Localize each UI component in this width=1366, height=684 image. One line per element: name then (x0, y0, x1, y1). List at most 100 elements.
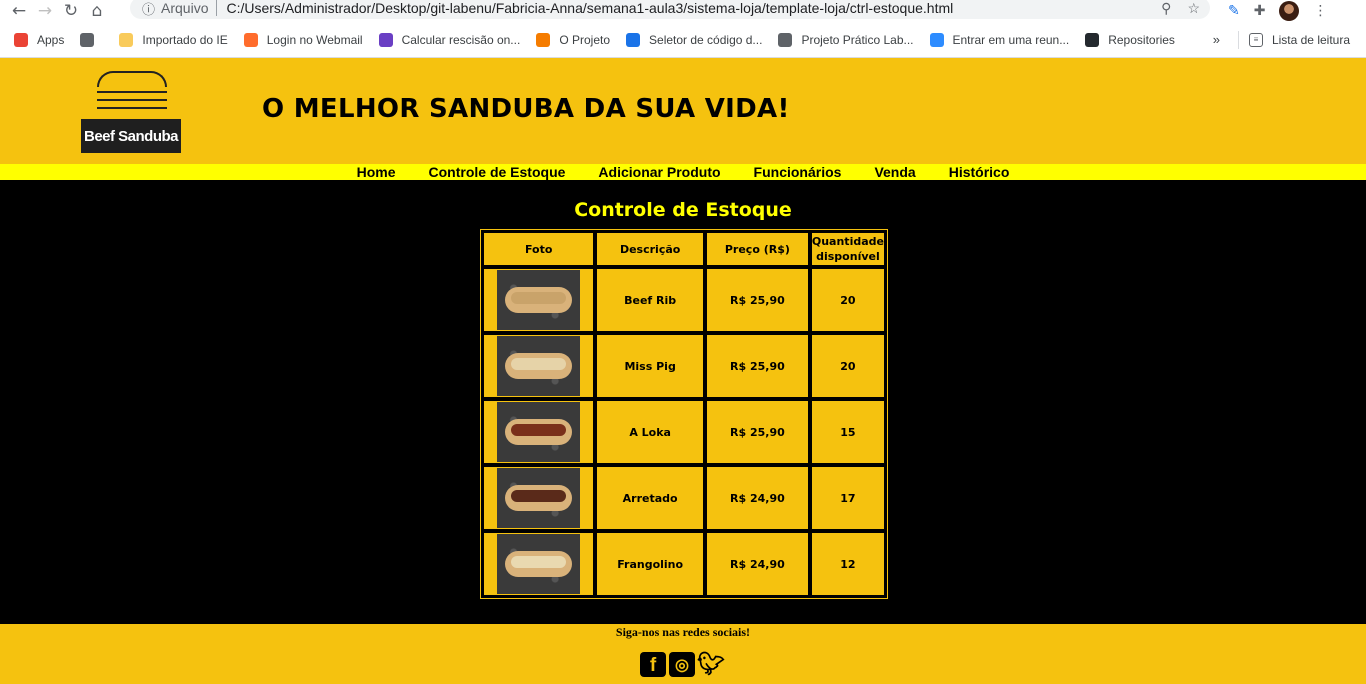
github-icon (1085, 32, 1100, 47)
address-bar[interactable]: ⓘ Arquivo C:/Users/Administrador/Desktop… (130, 0, 1210, 19)
bookmark-item[interactable]: Projeto Prático Lab... (778, 32, 914, 47)
menu-link[interactable]: Histórico (949, 164, 1010, 180)
quantity-cell: 17 (810, 466, 885, 530)
bookmark-label: Apps (37, 32, 65, 47)
product-photo (497, 534, 581, 594)
site-footer: Siga-nos nas redes sociais! f ◎ 🐦︎ (0, 624, 1366, 684)
product-photo (497, 336, 581, 396)
column-header-preco: Preço (R$) (705, 232, 809, 266)
bookmark-item[interactable]: Login no Webmail (243, 32, 363, 47)
address-scheme: Arquivo (161, 0, 209, 16)
main-menu: Home Controle de Estoque Adicionar Produto… (0, 164, 1366, 180)
menu-link[interactable]: Home (357, 164, 396, 180)
table-row: Miss Pig R$ 25,90 20 (483, 334, 885, 398)
main-content: Controle de Estoque Foto Descrição Preço… (0, 180, 1366, 624)
column-header-quantidade: Quantidade disponível (810, 232, 885, 266)
twitter-icon[interactable]: 🐦︎ (697, 651, 725, 677)
back-icon[interactable]: ← (6, 1, 32, 21)
browser-toolbar: ← → ↻ ⌂ ⓘ Arquivo C:/Users/Administrador… (0, 0, 1366, 22)
bookmark-label: Calcular rescisão on... (401, 32, 521, 47)
zoom-icon[interactable]: ⚲ (1161, 0, 1171, 17)
profile-avatar[interactable] (1279, 1, 1300, 21)
menu-link[interactable]: Funcionários (754, 164, 842, 180)
price-cell: R$ 25,90 (705, 268, 809, 332)
quantity-cell: 20 (810, 268, 885, 332)
page-title: Controle de Estoque (574, 199, 792, 221)
product-photo (497, 468, 581, 528)
description-cell: A Loka (596, 400, 704, 464)
table-header-row: Foto Descrição Preço (R$) Quantidade dis… (483, 232, 885, 266)
extension-feather-icon[interactable]: ✎ (1228, 3, 1240, 19)
reading-list-label: Lista de leitura (1271, 32, 1350, 47)
info-icon[interactable]: ⓘ (142, 0, 155, 18)
photo-cell (483, 334, 595, 398)
social-links: f ◎ 🐦︎ (640, 651, 725, 677)
bookmark-item[interactable]: Entrar em uma reun... (929, 32, 1070, 47)
quantity-cell: 12 (810, 532, 885, 596)
reading-list-icon: ≡ (1248, 32, 1263, 47)
bookmarks-bar: Apps Importado do IE Login no Webmail Calcu… (0, 22, 1366, 58)
bookmark-item[interactable]: Seletor de código d... (626, 32, 763, 47)
cr-icon (378, 32, 393, 47)
description-cell: Beef Rib (596, 268, 704, 332)
site-header: Beef Sanduba O MELHOR SANDUBA DA SUA VID… (0, 58, 1366, 164)
bookmark-label: Seletor de código d... (649, 32, 763, 47)
photo-cell (483, 268, 595, 332)
address-separator (216, 0, 218, 16)
table-row: Frangolino R$ 24,90 12 (483, 532, 885, 596)
bookmark-label: Projeto Prático Lab... (801, 32, 914, 47)
bookmarks-more-icon[interactable]: » (1213, 32, 1220, 47)
folder-icon (119, 32, 134, 47)
bookmark-star-icon[interactable]: ☆ (1187, 0, 1200, 17)
footer-text: Siga-nos nas redes sociais! (615, 625, 751, 639)
column-header-foto: Foto (483, 232, 595, 266)
description-cell: Arretado (596, 466, 704, 530)
bookmark-label: Repositories (1108, 32, 1175, 47)
bookmark-item[interactable] (80, 32, 103, 47)
burger-top-icon (97, 71, 167, 87)
quantity-cell: 15 (810, 400, 885, 464)
menu-link[interactable]: Adicionar Produto (598, 164, 720, 180)
facebook-icon[interactable]: f (640, 652, 666, 677)
menu-link[interactable]: Controle de Estoque (429, 164, 566, 180)
price-cell: R$ 24,90 (705, 532, 809, 596)
extensions-puzzle-icon[interactable]: ✚ (1254, 3, 1266, 19)
brand-name: Beef Sanduba (81, 119, 181, 153)
quantity-cell: 20 (810, 334, 885, 398)
flame-icon (536, 32, 551, 47)
table-row: Arretado R$ 24,90 17 (483, 466, 885, 530)
reading-list[interactable]: ≡ Lista de leitura (1248, 32, 1350, 47)
cpanel-icon (243, 32, 258, 47)
menu-kebab-icon[interactable]: ⋮ (1313, 3, 1327, 19)
globe-dark-icon (778, 32, 793, 47)
bookmark-item[interactable]: Calcular rescisão on... (378, 32, 521, 47)
description-cell: Miss Pig (596, 334, 704, 398)
photo-cell (483, 400, 595, 464)
home-icon[interactable]: ⌂ (84, 1, 110, 21)
product-photo (497, 270, 581, 330)
bookmark-label: Entrar em uma reun... (952, 32, 1070, 47)
bookmark-label: Importado do IE (142, 32, 228, 47)
price-cell: R$ 24,90 (705, 466, 809, 530)
bookmark-label: O Projeto (559, 32, 611, 47)
menu-link[interactable]: Venda (874, 164, 915, 180)
product-photo (497, 402, 581, 462)
address-url[interactable]: C:/Users/Administrador/Desktop/git-laben… (226, 0, 953, 16)
description-cell: Frangolino (596, 532, 704, 596)
brand-logo[interactable]: Beef Sanduba (81, 69, 181, 153)
price-cell: R$ 25,90 (705, 334, 809, 398)
bookmark-item[interactable]: Repositories (1085, 32, 1175, 47)
forward-icon[interactable]: → (32, 1, 58, 21)
instagram-icon[interactable]: ◎ (669, 652, 695, 677)
globe-icon (626, 32, 641, 47)
bookmarks-separator (1237, 30, 1239, 49)
apps-grid-icon (14, 32, 28, 47)
bookmark-item[interactable]: O Projeto (536, 32, 611, 47)
g-icon (80, 32, 95, 47)
reload-icon[interactable]: ↻ (58, 1, 84, 21)
table-row: Beef Rib R$ 25,90 20 (483, 268, 885, 332)
bookmark-item[interactable]: Importado do IE (119, 32, 228, 47)
photo-cell (483, 466, 595, 530)
bookmark-item[interactable]: Apps (14, 32, 65, 47)
bookmark-label: Login no Webmail (266, 32, 363, 47)
